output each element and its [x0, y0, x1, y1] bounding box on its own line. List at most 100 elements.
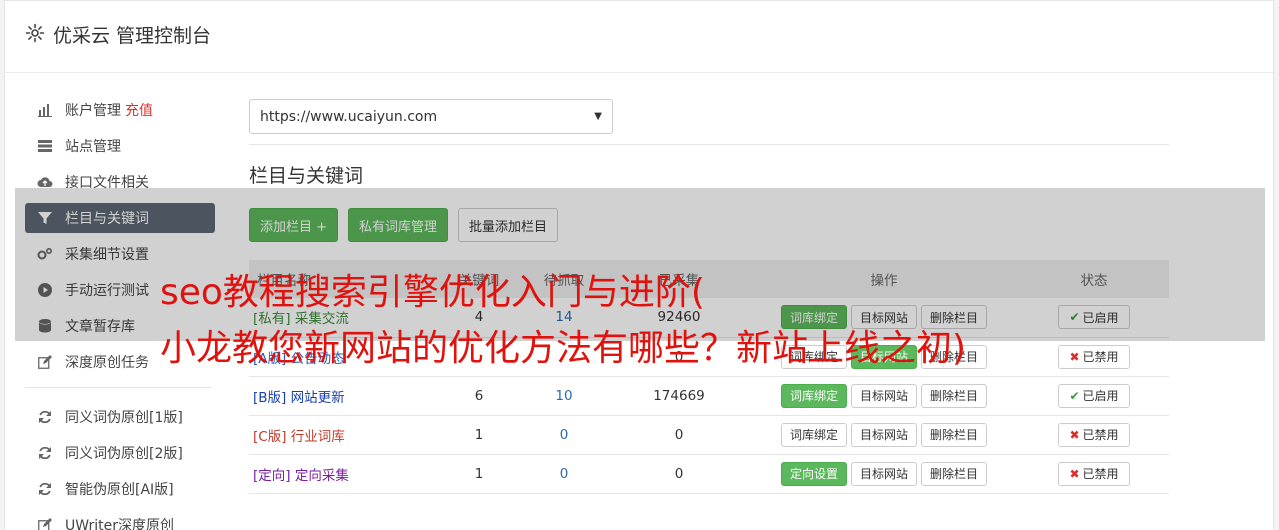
- delete-column-button[interactable]: 删除栏目: [921, 305, 988, 330]
- column-name-cell[interactable]: [定向] 定向采集: [249, 454, 439, 493]
- status-label: 已禁用: [1082, 350, 1119, 364]
- sidebar-item-manual-run[interactable]: 手动运行测试: [25, 275, 215, 305]
- sidebar-divider: [25, 387, 211, 388]
- sidebar-item-synonym-v2[interactable]: 同义词伪原创[2版]: [25, 438, 215, 468]
- column-name[interactable]: 公告动态: [291, 351, 345, 367]
- columns-table: 栏目名称 关键词 待抓取 已采集 操作 状态 [私有] 采集交流 4 14 92…: [249, 260, 1169, 494]
- site-select-value: https://www.ucaiyun.com: [260, 108, 438, 125]
- status-toggle[interactable]: ✖ 已禁用: [1058, 461, 1130, 486]
- bind-dict-button[interactable]: 词库绑定: [780, 305, 847, 330]
- delete-column-button[interactable]: 删除栏目: [921, 344, 988, 369]
- table-header: 栏目名称 关键词 待抓取 已采集 操作 状态: [249, 260, 1169, 298]
- chevron-down-icon: ▼: [594, 111, 602, 122]
- table-row: [A版] 公告动态 0 词库绑定 目标网站 删除栏目 ✖ 已禁用: [249, 337, 1169, 376]
- column-name-cell[interactable]: [B版] 网站更新: [249, 376, 439, 415]
- recharge-link[interactable]: 充值: [125, 100, 153, 120]
- collected-count: 0: [674, 426, 684, 443]
- column-name-cell[interactable]: [C版] 行业词库: [249, 415, 439, 454]
- status-toggle[interactable]: ✔ 已启用: [1058, 305, 1130, 330]
- target-site-button[interactable]: 目标网站: [850, 461, 917, 486]
- section-title: 栏目与关键词: [249, 165, 364, 187]
- column-name-cell[interactable]: [A版] 公告动态: [249, 337, 439, 376]
- column-tag: [B版]: [253, 389, 287, 406]
- sidebar-item-uwriter[interactable]: UWriter深度原创: [25, 510, 215, 530]
- sidebar-item-sites[interactable]: 站点管理: [25, 131, 215, 161]
- sidebar-item-label: 同义词伪原创[1版]: [65, 410, 183, 426]
- row-actions: 定向设置 目标网站 删除栏目: [749, 461, 1019, 486]
- status-label: 已禁用: [1082, 467, 1119, 481]
- target-site-button[interactable]: 目标网站: [850, 305, 917, 330]
- close-icon: ✖: [1069, 427, 1080, 442]
- target-site-button[interactable]: 目标网站: [850, 422, 917, 447]
- sidebar-item-article-store[interactable]: 文章暂存库: [25, 311, 215, 341]
- close-icon: ✖: [1069, 466, 1080, 481]
- bar-chart-icon: [37, 102, 53, 118]
- sidebar-item-label: 同义词伪原创[2版]: [65, 446, 183, 462]
- sidebar-item-synonym-v1[interactable]: 同义词伪原创[1版]: [25, 402, 215, 432]
- collected-count: 92460: [657, 309, 701, 326]
- sidebar-item-interface[interactable]: 接口文件相关: [25, 167, 215, 197]
- main-content: https://www.ucaiyun.com ▼ 栏目与关键词 添加栏目 + …: [249, 99, 1169, 494]
- app-title: 优采云 管理控制台: [53, 25, 212, 47]
- table-row: [C版] 行业词库 1 0 0 词库绑定 目标网站 删除栏目 ✖ 已禁用: [249, 415, 1169, 454]
- refresh-icon: [37, 409, 53, 425]
- table-row: [B版] 网站更新 6 10 174669 词库绑定 目标网站 删除栏目 ✔ 已启用: [249, 376, 1169, 415]
- keyword-count: 6: [474, 387, 484, 404]
- refresh-icon: [37, 445, 53, 461]
- edit-icon: [37, 354, 53, 370]
- sidebar-item-label: 文章暂存库: [65, 319, 135, 335]
- row-actions: 词库绑定 目标网站 删除栏目: [749, 305, 1019, 330]
- bind-dict-button[interactable]: 词库绑定: [780, 422, 847, 447]
- column-tag: [定向]: [253, 467, 291, 484]
- column-name[interactable]: 定向采集: [295, 468, 349, 484]
- sidebar-item-label: 智能伪原创[AI版]: [65, 482, 174, 498]
- pending-count[interactable]: 0: [519, 454, 609, 493]
- bind-dict-button[interactable]: 词库绑定: [780, 344, 847, 369]
- status-label: 已启用: [1082, 389, 1119, 403]
- sidebar-item-columns[interactable]: 栏目与关键词: [25, 203, 215, 233]
- cogs-icon: [37, 246, 53, 262]
- keyword-count: [439, 337, 519, 376]
- directed-settings-button[interactable]: 定向设置: [780, 461, 847, 486]
- keyword-count: 1: [474, 465, 484, 482]
- sidebar-item-label: UWriter深度原创: [65, 518, 174, 530]
- pending-count[interactable]: 10: [519, 376, 609, 415]
- sidebar-item-deep-original[interactable]: 深度原创任务: [25, 347, 215, 377]
- status-toggle[interactable]: ✖ 已禁用: [1058, 422, 1130, 447]
- delete-column-button[interactable]: 删除栏目: [921, 383, 988, 408]
- pending-count[interactable]: 0: [519, 415, 609, 454]
- collected-count: 0: [674, 465, 684, 482]
- main-panel: 优采云 管理控制台 账户管理 充值 站点管理 接口文件相关 栏目与关键词 采集细…: [4, 0, 1274, 530]
- col-collected-header: 已采集: [658, 273, 700, 289]
- row-actions: 词库绑定 目标网站 删除栏目: [749, 383, 1019, 408]
- batch-add-button[interactable]: 批量添加栏目: [458, 208, 559, 242]
- sidebar-item-label: 站点管理: [65, 139, 121, 155]
- status-toggle[interactable]: ✔ 已启用: [1058, 383, 1130, 408]
- column-name[interactable]: 采集交流: [295, 311, 349, 327]
- site-select[interactable]: https://www.ucaiyun.com ▼: [249, 99, 613, 134]
- column-tag: [私有]: [253, 311, 291, 328]
- sidebar-item-label: 采集细节设置: [65, 247, 149, 263]
- target-site-button[interactable]: 目标网站: [850, 344, 917, 369]
- column-name[interactable]: 行业词库: [291, 429, 345, 445]
- pending-count[interactable]: [519, 337, 609, 376]
- column-name[interactable]: 网站更新: [291, 390, 345, 406]
- sidebar-item-collect-settings[interactable]: 采集细节设置: [25, 239, 215, 269]
- status-toggle[interactable]: ✖ 已禁用: [1058, 344, 1130, 369]
- database-icon: [37, 318, 53, 334]
- delete-column-button[interactable]: 删除栏目: [921, 422, 988, 447]
- add-column-button[interactable]: 添加栏目 +: [249, 208, 339, 242]
- private-dict-button[interactable]: 私有词库管理: [348, 208, 449, 242]
- col-keywords-header: 关键词: [458, 273, 500, 289]
- collected-count: 174669: [653, 387, 705, 404]
- target-site-button[interactable]: 目标网站: [850, 383, 917, 408]
- delete-column-button[interactable]: 删除栏目: [921, 461, 988, 486]
- column-tag: [A版]: [253, 350, 287, 367]
- cloud-upload-icon: [37, 174, 53, 190]
- check-icon: ✔: [1069, 388, 1080, 403]
- column-name-cell[interactable]: [私有] 采集交流: [249, 298, 439, 337]
- sidebar-item-account[interactable]: 账户管理 充值: [25, 95, 215, 125]
- pending-count[interactable]: 14: [519, 298, 609, 337]
- sidebar-item-ai-rewrite[interactable]: 智能伪原创[AI版]: [25, 474, 215, 504]
- bind-dict-button[interactable]: 词库绑定: [780, 383, 847, 408]
